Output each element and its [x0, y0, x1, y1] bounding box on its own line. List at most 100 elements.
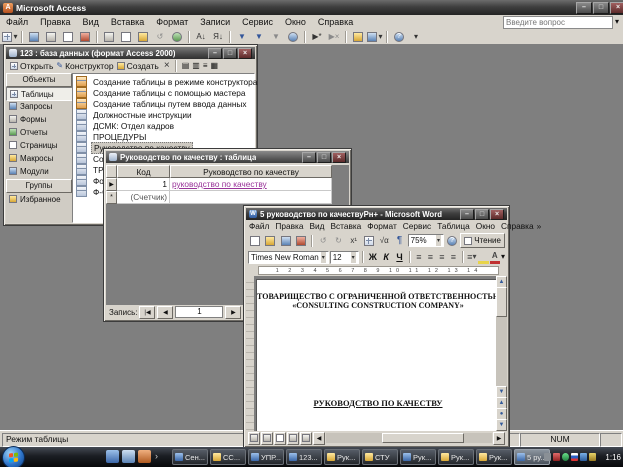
zoom-select[interactable]: 75%▾ — [408, 234, 444, 247]
sidebar-item-queries[interactable]: Запросы — [6, 100, 76, 112]
document-page[interactable]: ТОВАРИЩЕСТВО С ОГРАНИЧЕННОЙ ОТВЕТСТВЕННО… — [256, 279, 500, 431]
sort-ascending-icon[interactable]: А↓ — [193, 30, 209, 43]
sidebar-item-favorites[interactable]: Избранное — [6, 193, 76, 205]
close-icon[interactable]: × — [332, 152, 346, 163]
taskbar-button[interactable]: Рук... — [438, 449, 474, 465]
show-marks-icon[interactable]: ¶ — [392, 234, 406, 247]
new-row-selector-icon[interactable]: * — [106, 191, 117, 204]
scrollbar-thumb[interactable] — [382, 433, 464, 443]
web-layout-icon[interactable] — [261, 432, 273, 445]
minimize-icon[interactable]: – — [576, 2, 592, 14]
menu-window[interactable]: Окно — [279, 16, 312, 28]
start-button[interactable] — [2, 446, 25, 467]
highlight-icon[interactable] — [478, 251, 488, 264]
close-icon[interactable]: × — [610, 2, 623, 14]
column-header-value[interactable]: Руководство по качеству — [170, 165, 332, 178]
sidebar-item-reports[interactable]: Отчеты — [6, 126, 76, 138]
cell-kod-new[interactable]: (Счетчик) — [117, 191, 170, 204]
taskbar-button[interactable]: СС... — [210, 449, 246, 465]
menu-help[interactable]: Справка — [312, 16, 359, 28]
font-name-select[interactable]: Times New Roman▾ — [248, 251, 329, 264]
design-button[interactable]: ✎Конструктор — [56, 61, 113, 71]
taskbar-button[interactable]: Рук... — [476, 449, 512, 465]
bold-button[interactable]: Ж — [367, 251, 379, 263]
browse-next-icon[interactable]: ▼ — [496, 419, 507, 431]
scroll-right-icon[interactable]: ▶ — [493, 432, 505, 445]
quick-launch-overflow-icon[interactable]: › — [155, 451, 158, 461]
language-flag-icon[interactable] — [571, 453, 578, 461]
cut-icon[interactable] — [101, 30, 117, 43]
delete-icon[interactable]: × — [164, 61, 170, 71]
new-document-icon[interactable] — [248, 234, 262, 247]
sidebar-item-tables[interactable]: Таблицы — [6, 87, 78, 101]
menu-edit[interactable]: Правка — [272, 221, 306, 231]
insert-table-icon[interactable] — [362, 234, 376, 247]
tray-icon[interactable] — [544, 453, 551, 461]
open-icon[interactable] — [263, 234, 277, 247]
font-size-select[interactable]: 12▾ — [330, 251, 359, 264]
taskbar-button[interactable]: СТУ — [362, 449, 398, 465]
menu-tools[interactable]: Сервис — [400, 221, 434, 231]
list-view-icon[interactable]: ≡ — [203, 62, 208, 70]
taskbar-button[interactable]: Рук... — [324, 449, 360, 465]
align-right-icon[interactable]: ≡ — [437, 252, 447, 262]
cell-value-1[interactable]: руководство по качеству — [170, 178, 332, 191]
undo-icon[interactable]: ↺ — [316, 234, 330, 247]
ask-dropdown-icon[interactable]: ▾ — [615, 18, 619, 26]
list-item[interactable]: ПРОЦЕДУРЫ — [76, 131, 148, 142]
quick-launch-icon[interactable] — [138, 450, 151, 463]
menu-records[interactable]: Записи — [194, 16, 236, 28]
minimize-icon[interactable]: – — [302, 152, 316, 163]
sidebar-item-macros[interactable]: Макросы — [6, 152, 76, 164]
close-icon[interactable]: × — [490, 209, 504, 220]
first-record-icon[interactable]: |◀ — [139, 306, 155, 319]
spelling-icon[interactable] — [77, 30, 93, 43]
vertical-scrollbar[interactable]: ▲ ▼ ▲ ● ▼ — [496, 276, 507, 431]
tray-icon[interactable] — [580, 453, 587, 461]
maximize-icon[interactable]: □ — [223, 48, 237, 59]
sort-descending-icon[interactable]: Я↓ — [210, 30, 226, 43]
database-window-icon[interactable] — [350, 30, 366, 43]
help-icon[interactable]: ? — [445, 234, 459, 247]
sidebar-item-pages[interactable]: Страницы — [6, 139, 76, 151]
apply-filter-icon[interactable]: ▼ — [268, 30, 284, 43]
save-icon[interactable] — [26, 30, 42, 43]
sidebar-item-modules[interactable]: Модули — [6, 165, 76, 177]
normal-view-icon[interactable] — [248, 432, 260, 445]
taskbar-button[interactable]: 123... — [286, 449, 322, 465]
list-item[interactable]: Создание таблицы с помощью мастера — [76, 87, 248, 98]
vertical-ruler[interactable] — [246, 276, 254, 431]
menu-file[interactable]: Файл — [0, 16, 34, 28]
record-number-input[interactable]: 1 — [175, 306, 223, 318]
equation-icon[interactable]: √α — [377, 234, 391, 247]
small-icons-icon[interactable]: ▥ — [192, 62, 200, 70]
print-icon[interactable] — [43, 30, 59, 43]
list-item[interactable]: ДСМК: Отдел кадров — [76, 120, 176, 131]
hyperlink-icon[interactable] — [169, 30, 185, 43]
underline-button[interactable]: Ч — [393, 251, 405, 263]
hyperlink[interactable]: руководство по качеству — [172, 179, 267, 189]
tray-icon[interactable] — [562, 453, 569, 461]
toolbar-options-icon[interactable]: ▾ — [408, 30, 424, 43]
groups-header[interactable]: Группы — [6, 179, 72, 193]
large-icons-icon[interactable]: ▤ — [182, 62, 190, 70]
help-icon[interactable]: ? — [391, 30, 407, 43]
toolbar-options-icon[interactable]: ▾ — [501, 253, 505, 261]
filter-form-icon[interactable]: ▼ — [251, 30, 267, 43]
align-center-icon[interactable]: ≡ — [425, 252, 435, 262]
menu-window[interactable]: Окно — [473, 221, 498, 231]
font-color-icon[interactable]: А — [490, 251, 500, 264]
menu-tools[interactable]: Сервис — [236, 16, 279, 28]
align-left-icon[interactable]: ≡ — [414, 252, 424, 262]
column-header-kod[interactable]: Код — [117, 165, 170, 178]
delete-record-icon[interactable]: ▶× — [326, 30, 342, 43]
save-icon[interactable] — [279, 234, 293, 247]
objects-header[interactable]: Объекты — [6, 73, 72, 87]
undo-icon[interactable]: ↺ — [152, 30, 168, 43]
filter-selection-icon[interactable]: ▼ — [234, 30, 250, 43]
open-button[interactable]: Открыть — [10, 61, 53, 71]
menu-format[interactable]: Формат — [364, 221, 399, 231]
align-justify-icon[interactable]: ≡ — [448, 252, 458, 262]
maximize-icon[interactable]: □ — [317, 152, 331, 163]
superscript-icon[interactable]: x¹ — [347, 234, 361, 247]
